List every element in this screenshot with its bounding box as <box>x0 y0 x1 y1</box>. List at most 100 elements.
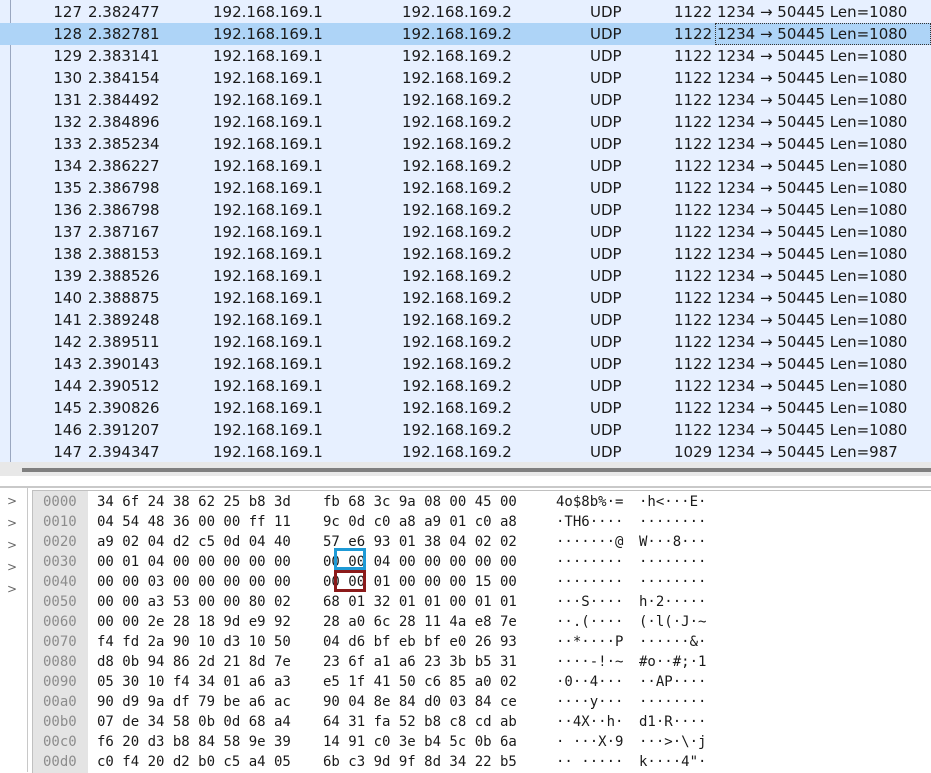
packet-row[interactable]: 139 2.388526 192.168.169.1 192.168.169.2 UDP… <box>0 265 931 287</box>
packet-number: 133 <box>53 135 82 153</box>
packet-number: 141 <box>53 311 82 329</box>
hex-row[interactable]: 0020 a9 02 04 d2 c5 0d 04 40 57 e6 93 01 3… <box>33 532 931 552</box>
packet-row[interactable]: 145 2.390826 192.168.169.1 192.168.169.2 UDP… <box>0 397 931 419</box>
packet-row[interactable]: 142 2.389511 192.168.169.1 192.168.169.2 UDP… <box>0 331 931 353</box>
hex-bytes-left: 05 30 10 f4 34 01 a6 a3 <box>97 674 291 690</box>
packet-destination: 192.168.169.2 <box>402 443 512 461</box>
hex-row[interactable]: 00d0 c0 f4 20 d2 b0 c5 a4 05 6b c3 9d 9f 8… <box>33 752 931 772</box>
packet-row[interactable]: 127 2.382477 192.168.169.1 192.168.169.2 UDP… <box>0 1 931 23</box>
packet-length: 1122 <box>674 289 713 307</box>
packet-length: 1122 <box>674 355 713 373</box>
ascii-right: d1·R···· <box>639 714 707 730</box>
hex-offset: 0020 <box>43 534 77 550</box>
hex-row[interactable]: 00c0 f6 20 d3 b8 84 58 9e 39 14 91 c0 3e b… <box>33 732 931 752</box>
hex-bytes-right: e5 1f 41 50 c6 85 a0 02 <box>323 674 517 690</box>
packet-row[interactable]: 147 2.394347 192.168.169.1 192.168.169.2 UDP… <box>0 441 931 462</box>
ascii-right: (·l(·J·~ <box>639 614 707 630</box>
packet-protocol: UDP <box>590 267 622 285</box>
hex-row[interactable]: 0030 00 01 04 00 00 00 00 00 00 00 04 00 0… <box>33 552 931 572</box>
chevron-right-icon[interactable]: > <box>7 495 19 507</box>
packet-protocol: UDP <box>590 289 622 307</box>
packet-destination: 192.168.169.2 <box>402 47 512 65</box>
packet-number: 138 <box>53 245 82 263</box>
packet-row[interactable]: 128 2.382781 192.168.169.1 192.168.169.2 UDP… <box>0 23 931 45</box>
hex-bytes-right: 14 91 c0 3e b4 5c 0b 6a <box>323 734 517 750</box>
packet-row[interactable]: 138 2.388153 192.168.169.1 192.168.169.2 UDP… <box>0 243 931 265</box>
hex-bytes-left: 34 6f 24 38 62 25 b8 3d <box>97 494 291 510</box>
hex-row[interactable]: 00b0 07 de 34 58 0b 0d 68 a4 64 31 fa 52 b… <box>33 712 931 732</box>
hex-row[interactable]: 0060 00 00 2e 28 18 9d e9 92 28 a0 6c 28 1… <box>33 612 931 632</box>
packet-row[interactable]: 130 2.384154 192.168.169.1 192.168.169.2 UDP… <box>0 67 931 89</box>
packet-source: 192.168.169.1 <box>213 421 323 439</box>
packet-protocol: UDP <box>590 399 622 417</box>
pane-splitter[interactable] <box>0 462 931 488</box>
packet-bytes-pane[interactable]: 0000 34 6f 24 38 62 25 b8 3d fb 68 3c 9a 0… <box>32 490 931 773</box>
hex-row[interactable]: 0040 00 00 03 00 00 00 00 00 00 00 01 00 0… <box>33 572 931 592</box>
packet-number: 129 <box>53 47 82 65</box>
packet-protocol: UDP <box>590 113 622 131</box>
ascii-right: ········ <box>639 554 707 570</box>
hex-bytes-right: 90 04 8e 84 d0 03 84 ce <box>323 694 517 710</box>
packet-destination: 192.168.169.2 <box>402 311 512 329</box>
packet-details-pane[interactable]: > > > > > <box>0 488 28 772</box>
splitter-handle[interactable] <box>0 486 931 488</box>
packet-row[interactable]: 141 2.389248 192.168.169.1 192.168.169.2 UDP… <box>0 309 931 331</box>
packet-time: 2.387167 <box>88 223 160 241</box>
packet-row[interactable]: 136 2.386798 192.168.169.1 192.168.169.2 UDP… <box>0 199 931 221</box>
packet-number: 137 <box>53 223 82 241</box>
packet-row[interactable]: 146 2.391207 192.168.169.1 192.168.169.2 UDP… <box>0 419 931 441</box>
horizontal-scrollbar[interactable] <box>0 462 931 476</box>
chevron-right-icon[interactable]: > <box>7 561 19 573</box>
packet-time: 2.385234 <box>88 135 160 153</box>
packet-row[interactable]: 133 2.385234 192.168.169.1 192.168.169.2 UDP… <box>0 133 931 155</box>
packet-row[interactable]: 131 2.384492 192.168.169.1 192.168.169.2 UDP… <box>0 89 931 111</box>
ascii-left: ········ <box>556 554 624 570</box>
packet-info: 1234 → 50445 Len=1080 <box>717 333 908 351</box>
packet-info: 1234 → 50445 Len=1080 <box>715 23 931 45</box>
hex-row[interactable]: 0080 d8 0b 94 86 2d 21 8d 7e 23 6f a1 a6 2… <box>33 652 931 672</box>
packet-time: 2.382781 <box>88 25 160 43</box>
packet-list[interactable]: 127 2.382477 192.168.169.1 192.168.169.2 UDP… <box>0 0 931 462</box>
hex-bytes-right: 68 01 32 01 01 00 01 01 <box>323 594 517 610</box>
packet-row[interactable]: 144 2.390512 192.168.169.1 192.168.169.2 UDP… <box>0 375 931 397</box>
packet-protocol: UDP <box>590 91 622 109</box>
hex-offset: 0070 <box>43 634 77 650</box>
packet-row[interactable]: 143 2.390143 192.168.169.1 192.168.169.2 UDP… <box>0 353 931 375</box>
packet-number: 144 <box>53 377 82 395</box>
hex-bytes-right: 64 31 fa 52 b8 c8 cd ab <box>323 714 517 730</box>
packet-info: 1234 → 50445 Len=1080 <box>717 421 908 439</box>
packet-number: 135 <box>53 179 82 197</box>
packet-time: 2.382477 <box>88 3 160 21</box>
packet-protocol: UDP <box>590 135 622 153</box>
packet-row[interactable]: 137 2.387167 192.168.169.1 192.168.169.2 UDP… <box>0 221 931 243</box>
horizontal-scrollbar-thumb[interactable] <box>22 468 931 472</box>
hex-row[interactable]: 0070 f4 fd 2a 90 10 d3 10 50 04 d6 bf eb b… <box>33 632 931 652</box>
chevron-right-icon[interactable]: > <box>7 539 19 551</box>
hex-offset: 0000 <box>43 494 77 510</box>
packet-row[interactable]: 134 2.386227 192.168.169.1 192.168.169.2 UDP… <box>0 155 931 177</box>
packet-number: 140 <box>53 289 82 307</box>
packet-row[interactable]: 140 2.388875 192.168.169.1 192.168.169.2 UDP… <box>0 287 931 309</box>
packet-info: 1234 → 50445 Len=1080 <box>717 223 908 241</box>
packet-row[interactable]: 129 2.383141 192.168.169.1 192.168.169.2 UDP… <box>0 45 931 67</box>
packet-destination: 192.168.169.2 <box>402 69 512 87</box>
packet-row[interactable]: 135 2.386798 192.168.169.1 192.168.169.2 UDP… <box>0 177 931 199</box>
packet-info: 1234 → 50445 Len=1080 <box>717 157 908 175</box>
ascii-left: ········ <box>556 574 624 590</box>
packet-length: 1122 <box>674 245 713 263</box>
hex-row[interactable]: 0090 05 30 10 f4 34 01 a6 a3 e5 1f 41 50 c… <box>33 672 931 692</box>
hex-row[interactable]: 00a0 90 d9 9a df 79 be a6 ac 90 04 8e 84 d… <box>33 692 931 712</box>
packet-time: 2.390826 <box>88 399 160 417</box>
packet-length: 1122 <box>674 135 713 153</box>
ascii-right: h·2····· <box>639 594 707 610</box>
hex-offset: 00c0 <box>43 734 77 750</box>
hex-row[interactable]: 0000 34 6f 24 38 62 25 b8 3d fb 68 3c 9a 0… <box>33 492 931 512</box>
hex-row[interactable]: 0050 00 00 a3 53 00 00 80 02 68 01 32 01 0… <box>33 592 931 612</box>
packet-destination: 192.168.169.2 <box>402 399 512 417</box>
hex-row[interactable]: 0010 04 54 48 36 00 00 ff 11 9c 0d c0 a8 a… <box>33 512 931 532</box>
packet-info: 1234 → 50445 Len=1080 <box>717 3 908 21</box>
packet-row[interactable]: 132 2.384896 192.168.169.1 192.168.169.2 UDP… <box>0 111 931 133</box>
chevron-right-icon[interactable]: > <box>7 583 19 595</box>
chevron-right-icon[interactable]: > <box>7 517 19 529</box>
packet-info: 1234 → 50445 Len=1080 <box>717 399 908 417</box>
